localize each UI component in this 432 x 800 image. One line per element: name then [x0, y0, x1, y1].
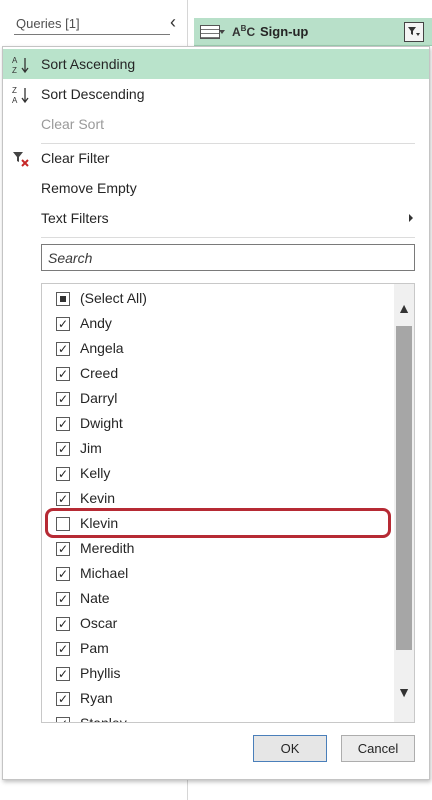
- list-item-label: Oscar: [80, 615, 118, 631]
- list-item-label: Andy: [80, 315, 112, 331]
- menu-item-clear-sort: Clear Sort: [3, 109, 429, 139]
- column-header[interactable]: ABC Sign-up: [194, 18, 432, 46]
- menu-item-label: Clear Filter: [41, 150, 110, 166]
- list-item[interactable]: Klevin: [42, 512, 392, 537]
- ok-button[interactable]: OK: [253, 735, 327, 762]
- menu-item-label: Sort Ascending: [41, 56, 136, 72]
- checkbox[interactable]: ✓: [56, 442, 70, 456]
- list-item[interactable]: ✓ Pam: [42, 637, 392, 662]
- search-input[interactable]: [41, 244, 415, 271]
- list-item-label: Kelly: [80, 465, 111, 481]
- list-item-label: Stanley: [80, 715, 127, 723]
- menu-item-sort-ascending[interactable]: A Z Sort Ascending: [3, 49, 429, 79]
- checkbox[interactable]: ✓: [56, 717, 70, 722]
- checkbox[interactable]: ✓: [56, 567, 70, 581]
- scrollbar-thumb[interactable]: [396, 326, 412, 650]
- list-item[interactable]: ✓ Michael: [42, 562, 392, 587]
- checkbox[interactable]: ✓: [56, 367, 70, 381]
- chevron-left-icon[interactable]: ‹: [166, 12, 180, 32]
- svg-text:Z: Z: [12, 86, 17, 95]
- svg-text:Z: Z: [12, 66, 17, 75]
- list-item-label: Creed: [80, 365, 119, 381]
- list-item-label: Jim: [80, 440, 102, 456]
- list-item[interactable]: (Select All): [42, 287, 392, 312]
- list-item-label: Darryl: [80, 390, 118, 406]
- checkbox[interactable]: ✓: [56, 492, 70, 506]
- list-item-label: (Select All): [80, 290, 147, 306]
- list-item[interactable]: ✓ Angela: [42, 337, 392, 362]
- filter-dropdown-icon: [408, 27, 420, 36]
- list-item[interactable]: ✓ Creed: [42, 362, 392, 387]
- submenu-arrow-icon: [409, 214, 413, 222]
- chevron-up-icon[interactable]: ▲: [394, 298, 414, 318]
- menu-item-label: Text Filters: [41, 210, 109, 226]
- sort-ascending-icon: A Z: [12, 56, 29, 75]
- checkbox[interactable]: ✓: [56, 667, 70, 681]
- checkbox[interactable]: ✓: [56, 467, 70, 481]
- checkbox[interactable]: ✓: [56, 542, 70, 556]
- list-item-label: Pam: [80, 640, 109, 656]
- list-item-label: Ryan: [80, 690, 113, 706]
- list-item-label: Nate: [80, 590, 110, 606]
- list-item[interactable]: ✓ Ryan: [42, 687, 392, 712]
- filter-dropdown-button[interactable]: [404, 22, 424, 42]
- chevron-down-icon[interactable]: ▼: [394, 682, 414, 702]
- list-item[interactable]: ✓ Phyllis: [42, 662, 392, 687]
- checkbox[interactable]: ✓: [56, 392, 70, 406]
- list-item-label: Phyllis: [80, 665, 121, 681]
- values-list: (Select All) ✓ Andy ✓ Angela ✓ Creed ✓ Darryl ✓ Dw…: [41, 283, 415, 723]
- list-item[interactable]: ✓ Oscar: [42, 612, 392, 637]
- list-item[interactable]: ✓ Meredith: [42, 537, 392, 562]
- cancel-button[interactable]: Cancel: [341, 735, 415, 762]
- menu-item-label: Clear Sort: [41, 116, 105, 132]
- column-title: Sign-up: [260, 24, 309, 39]
- table-icon[interactable]: [200, 25, 220, 39]
- checkbox[interactable]: ✓: [56, 592, 70, 606]
- checkbox[interactable]: ✓: [56, 642, 70, 656]
- checkbox[interactable]: ✓: [56, 417, 70, 431]
- list-item-label: Kevin: [80, 490, 116, 506]
- menu-item-label: Sort Descending: [41, 86, 145, 102]
- list-item[interactable]: ✓ Darryl: [42, 387, 392, 412]
- list-item[interactable]: ✓ Nate: [42, 587, 392, 612]
- list-item[interactable]: ✓ Andy: [42, 312, 392, 337]
- menu-separator: [41, 237, 415, 238]
- values-list-scrollbar[interactable]: ▲ ▼: [394, 284, 414, 722]
- menu-item-sort-descending[interactable]: Z A Sort Descending: [3, 79, 429, 109]
- queries-title-divider: [14, 34, 170, 35]
- list-item[interactable]: ✓ Kevin: [42, 487, 392, 512]
- sort-descending-icon: Z A: [12, 86, 29, 105]
- table-menu-caret-icon[interactable]: [219, 30, 225, 34]
- list-item-label: Dwight: [80, 415, 123, 431]
- menu-item-clear-filter[interactable]: Clear Filter: [3, 143, 429, 173]
- list-item[interactable]: ✓ Stanley: [42, 712, 392, 723]
- list-item-label: Klevin: [80, 515, 119, 531]
- list-item-label: Michael: [80, 565, 129, 581]
- checkbox[interactable]: [56, 292, 70, 306]
- list-item[interactable]: ✓ Kelly: [42, 462, 392, 487]
- clear-filter-icon: [13, 152, 29, 167]
- queries-pane-title: Queries [1]: [16, 16, 80, 31]
- list-item[interactable]: ✓ Dwight: [42, 412, 392, 437]
- menu-item-label: Remove Empty: [41, 180, 137, 196]
- checkbox[interactable]: ✓: [56, 317, 70, 331]
- checkbox[interactable]: [56, 517, 70, 531]
- checkbox[interactable]: ✓: [56, 342, 70, 356]
- checkbox[interactable]: ✓: [56, 692, 70, 706]
- svg-text:A: A: [12, 96, 18, 105]
- list-item-label: Angela: [80, 340, 124, 356]
- list-item-label: Meredith: [80, 540, 135, 556]
- checkbox[interactable]: ✓: [56, 617, 70, 631]
- filter-menu: A Z Sort Ascending Z A Sort Descending C…: [2, 46, 430, 780]
- menu-item-text-filters[interactable]: Text Filters: [3, 203, 429, 233]
- abc-text-type-icon[interactable]: ABC: [232, 24, 255, 39]
- list-item[interactable]: ✓ Jim: [42, 437, 392, 462]
- menu-item-remove-empty[interactable]: Remove Empty: [3, 173, 429, 203]
- svg-text:A: A: [12, 56, 18, 65]
